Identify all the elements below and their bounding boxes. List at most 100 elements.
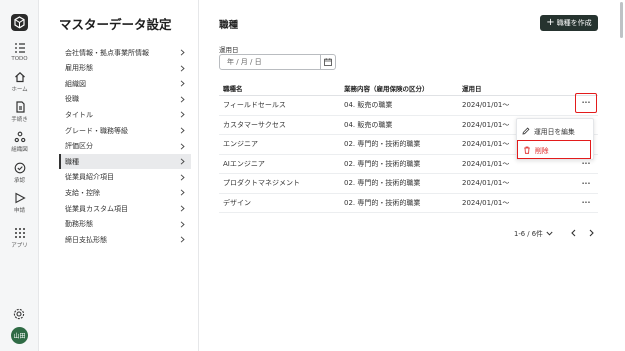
plus-icon: +	[546, 17, 555, 28]
rail-home-label: ホーム	[11, 87, 28, 93]
rail-home[interactable]: ホーム	[0, 71, 39, 93]
app-logo-icon[interactable]	[11, 14, 28, 31]
chevron-left-icon	[570, 229, 575, 237]
settings-menu-item[interactable]: 支給・控除	[59, 185, 191, 200]
delete-label: 削除	[535, 146, 549, 155]
settings-sidebar: マスターデータ設定 会社情報・拠点事業所情報 雇用形態組織図役職 タイトルグレード・…	[39, 0, 199, 351]
cell-job-content: 02. 専門的・技術的職業	[344, 140, 421, 149]
edit-date-menu-item[interactable]: 運用日を編集	[517, 122, 595, 139]
rail-todo-label: TODO	[11, 56, 28, 62]
settings-menu-item[interactable]: 締日支払形態	[59, 232, 191, 247]
settings-menu-item[interactable]: 会社情報・拠点事業所情報	[59, 45, 191, 60]
settings-title: マスターデータ設定	[59, 17, 172, 32]
settings-menu-item[interactable]: グレード・職務等級	[59, 123, 191, 138]
pagination-text: 1-6 / 6件	[514, 230, 543, 238]
chevron-right-icon	[589, 229, 594, 237]
effective-date-input[interactable]: 年 / 月 / 日	[219, 54, 336, 70]
chevron-right-icon	[180, 111, 185, 118]
settings-menu-item-label: 職種	[65, 157, 79, 166]
table-row[interactable]: デザイン 02. 専門的・技術的職業 2024/01/01〜 •••	[219, 194, 598, 213]
todo-list-icon	[14, 43, 25, 53]
calendar-icon	[324, 58, 332, 66]
check-circle-icon	[14, 162, 25, 174]
more-actions-button[interactable]: •••	[575, 93, 597, 113]
cell-effective-date: 2024/01/01〜	[462, 101, 510, 110]
chevron-right-icon	[180, 96, 185, 103]
delete-menu-item[interactable]: 削除	[517, 140, 591, 159]
cell-job-name: エンジニア	[223, 140, 258, 149]
prev-page-button[interactable]	[568, 228, 578, 238]
settings-menu-item[interactable]: 従業員カスタム項目	[59, 201, 191, 216]
chevron-right-icon	[180, 49, 185, 56]
settings-menu-item-label: 会社情報・拠点事業所情報	[65, 48, 149, 57]
settings-menu-item-label: グレード・職務等級	[65, 126, 128, 135]
settings-menu-item[interactable]: 従業員紹介項目	[59, 170, 191, 185]
settings-menu-item-label: 雇用形態	[65, 64, 93, 73]
cell-effective-date: 2024/01/01〜	[462, 140, 510, 149]
gear-icon[interactable]	[13, 308, 25, 320]
avatar[interactable]: 山田	[11, 327, 28, 344]
rail-procedures[interactable]: 手続き	[0, 101, 39, 123]
rail-orgchart-label: 組織図	[11, 147, 28, 153]
more-actions-button[interactable]: •••	[579, 198, 593, 209]
cell-job-content: 02. 専門的・技術的職業	[344, 159, 421, 168]
settings-menu-item[interactable]: 役職	[59, 92, 191, 107]
more-actions-button[interactable]: •••	[579, 159, 593, 170]
settings-menu-item[interactable]: 雇用形態	[59, 61, 191, 76]
row-action-menu: 運用日を編集 削除	[516, 118, 594, 160]
apps-grid-icon	[14, 228, 25, 238]
cell-job-name: フィールドセールス	[223, 101, 286, 110]
table-row[interactable]: フィールドセールス 04. 販売の職業 2024/01/01〜 •••	[219, 93, 598, 116]
settings-menu-item[interactable]: タイトル	[59, 107, 191, 122]
date-placeholder: 年 / 月 / 日	[227, 58, 262, 66]
rail-orgchart[interactable]: 組織図	[0, 131, 39, 153]
header-effective-date: 運用日	[462, 85, 482, 93]
icon-rail: TODO ホーム 手続き 組織図 承認 申請 アプリ 山田	[0, 0, 39, 351]
settings-menu-item[interactable]: 評価区分	[59, 139, 191, 154]
create-button-label: 職種を作成	[556, 19, 592, 27]
settings-menu-item-label: 支給・控除	[65, 188, 100, 197]
settings-menu-item-label: 評価区分	[65, 142, 93, 151]
pagination-range[interactable]: 1-6 / 6件	[514, 228, 553, 238]
pencil-icon	[522, 127, 530, 135]
rail-approval[interactable]: 承認	[0, 162, 39, 184]
settings-menu-item[interactable]: 職種	[59, 154, 191, 170]
settings-menu-item-label: 勤務形態	[65, 220, 93, 229]
more-actions-button[interactable]: •••	[579, 178, 593, 189]
calendar-button[interactable]	[320, 55, 335, 69]
chevron-right-icon	[180, 65, 185, 72]
cell-job-name: カスタマーサクセス	[223, 120, 286, 129]
settings-menu-item-label: 組織図	[65, 79, 86, 88]
cell-job-name: デザイン	[223, 198, 251, 207]
rail-procedures-label: 手続き	[11, 117, 28, 123]
settings-menu-item-label: 締日支払形態	[65, 235, 107, 244]
app: TODO ホーム 手続き 組織図 承認 申請 アプリ 山田 マスターデータ設定 …	[0, 0, 625, 351]
rail-apps-label: アプリ	[11, 243, 28, 249]
org-chart-icon	[14, 131, 25, 143]
cell-effective-date: 2024/01/01〜	[462, 179, 510, 188]
page-title: 職種	[219, 20, 239, 31]
chevron-right-icon	[180, 221, 185, 228]
rail-todo[interactable]: TODO	[0, 42, 39, 62]
next-page-button[interactable]	[586, 228, 596, 238]
cell-job-content: 04. 販売の職業	[344, 101, 393, 110]
table-row[interactable]: プロダクトマネジメント 02. 専門的・技術的職業 2024/01/01〜 •••	[219, 174, 598, 194]
rail-apps[interactable]: アプリ	[0, 227, 39, 249]
header-job-name: 職種名	[223, 85, 243, 93]
send-icon	[14, 192, 26, 204]
chevron-right-icon	[180, 236, 185, 243]
cell-job-name: AIエンジニア	[223, 159, 265, 168]
chevron-right-icon	[180, 127, 185, 134]
cell-job-name: プロダクトマネジメント	[223, 179, 300, 188]
trash-icon	[524, 146, 530, 154]
settings-menu-item[interactable]: 勤務形態	[59, 217, 191, 232]
header-job-content: 業務内容（雇用保険の区分）	[344, 85, 429, 93]
settings-menu-item[interactable]: 組織図	[59, 76, 191, 91]
scrollbar[interactable]	[620, 2, 623, 38]
create-job-type-button[interactable]: + 職種を作成	[540, 15, 598, 31]
main-panel: 職種 + 職種を作成 運用日 年 / 月 / 日 職種名 業務内容（雇用保険の区…	[200, 0, 625, 351]
home-icon	[14, 71, 25, 83]
settings-menu-item-label: 従業員紹介項目	[65, 173, 114, 182]
rail-request[interactable]: 申請	[0, 192, 39, 214]
chevron-right-icon	[180, 174, 185, 181]
